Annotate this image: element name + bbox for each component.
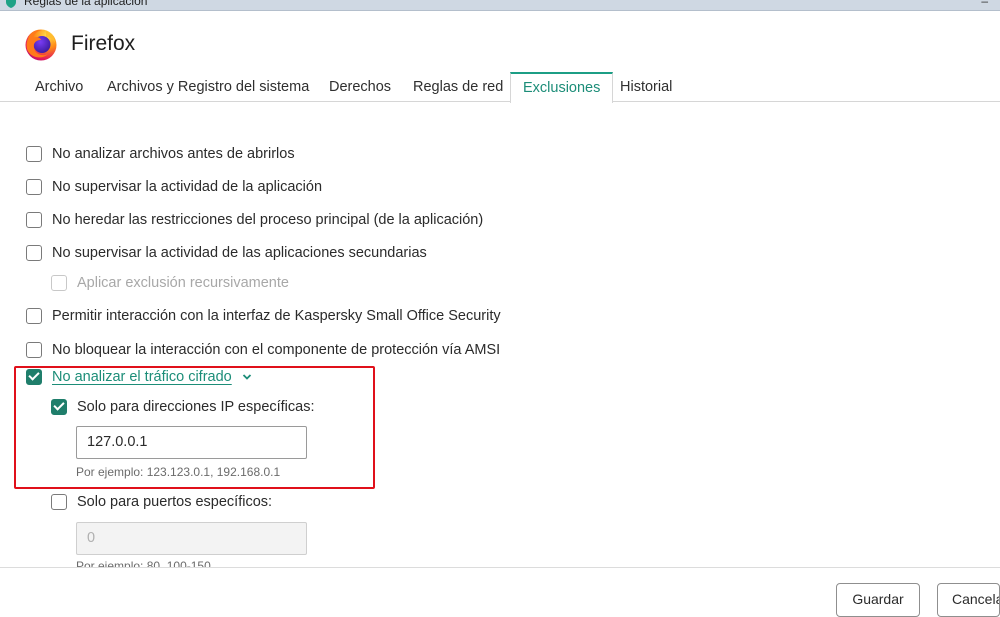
tab-historial[interactable]: Historial bbox=[620, 72, 672, 101]
option-label: Aplicar exclusión recursivamente bbox=[77, 275, 289, 291]
port-input: 0 bbox=[76, 522, 307, 555]
tab-reglas-red[interactable]: Reglas de red bbox=[413, 72, 503, 101]
firefox-logo-icon bbox=[25, 29, 57, 61]
option-only-ports[interactable]: Solo para puertos específicos: bbox=[51, 492, 272, 512]
tabs-divider bbox=[0, 101, 1000, 102]
checkbox[interactable] bbox=[26, 245, 42, 261]
tab-archivo[interactable]: Archivo bbox=[35, 72, 83, 101]
option-no-monitor-app[interactable]: No supervisar la actividad de la aplicac… bbox=[26, 177, 322, 197]
option-label: No supervisar la actividad de la aplicac… bbox=[52, 179, 323, 195]
option-label: No heredar las restricciones del proceso… bbox=[52, 212, 484, 228]
option-label: No supervisar la actividad de las aplica… bbox=[52, 245, 427, 261]
save-button[interactable]: Guardar bbox=[836, 583, 920, 617]
checkbox[interactable] bbox=[26, 212, 42, 228]
checkbox[interactable] bbox=[51, 494, 67, 510]
option-label: Solo para puertos específicos: bbox=[77, 494, 273, 510]
app-name: Firefox bbox=[71, 32, 136, 55]
checkbox[interactable] bbox=[51, 399, 67, 415]
tab-archivos-registro[interactable]: Archivos y Registro del sistema bbox=[107, 72, 309, 101]
checkbox[interactable] bbox=[26, 342, 42, 358]
footer-divider bbox=[0, 567, 1000, 568]
ip-address-input[interactable]: 127.0.0.1 bbox=[76, 426, 307, 459]
checkbox[interactable] bbox=[26, 146, 42, 162]
window-title-bar: Reglas de la aplicación – bbox=[0, 0, 1000, 11]
tab-exclusiones[interactable]: Exclusiones bbox=[510, 72, 614, 103]
option-no-inherit[interactable]: No heredar las restricciones del proceso… bbox=[26, 210, 483, 230]
checkbox bbox=[51, 275, 67, 291]
option-label: No analizar archivos antes de abrirlos bbox=[52, 146, 295, 162]
chevron-down-icon[interactable] bbox=[242, 372, 252, 382]
option-label-link[interactable]: No analizar el tráfico cifrado bbox=[52, 369, 232, 385]
cancel-button[interactable]: Cancelar bbox=[937, 583, 1000, 617]
checkbox[interactable] bbox=[26, 308, 42, 324]
option-apply-recursive: Aplicar exclusión recursivamente bbox=[51, 273, 289, 293]
option-no-scan-open[interactable]: No analizar archivos antes de abrirlos bbox=[26, 144, 295, 164]
option-label: No bloquear la interacción con el compon… bbox=[52, 342, 501, 358]
checkbox[interactable] bbox=[26, 179, 42, 195]
minimize-button[interactable]: – bbox=[981, 0, 988, 8]
option-allow-interface[interactable]: Permitir interacción con la interfaz de … bbox=[26, 306, 501, 326]
option-no-block-amsi[interactable]: No bloquear la interacción con el compon… bbox=[26, 340, 500, 360]
option-only-ips[interactable]: Solo para direcciones IP específicas: bbox=[51, 397, 315, 417]
tab-derechos[interactable]: Derechos bbox=[329, 72, 391, 101]
kaspersky-shield-icon bbox=[6, 0, 16, 8]
option-no-scan-encrypted[interactable]: No analizar el tráfico cifrado bbox=[26, 367, 252, 387]
option-label: Solo para direcciones IP específicas: bbox=[77, 399, 315, 415]
option-no-monitor-child[interactable]: No supervisar la actividad de las aplica… bbox=[26, 243, 427, 263]
checkbox[interactable] bbox=[26, 369, 42, 385]
ip-hint: Por ejemplo: 123.123.0.1, 192.168.0.1 bbox=[76, 465, 281, 479]
option-label: Permitir interacción con la interfaz de … bbox=[52, 308, 501, 324]
window-title: Reglas de la aplicación bbox=[24, 0, 148, 8]
